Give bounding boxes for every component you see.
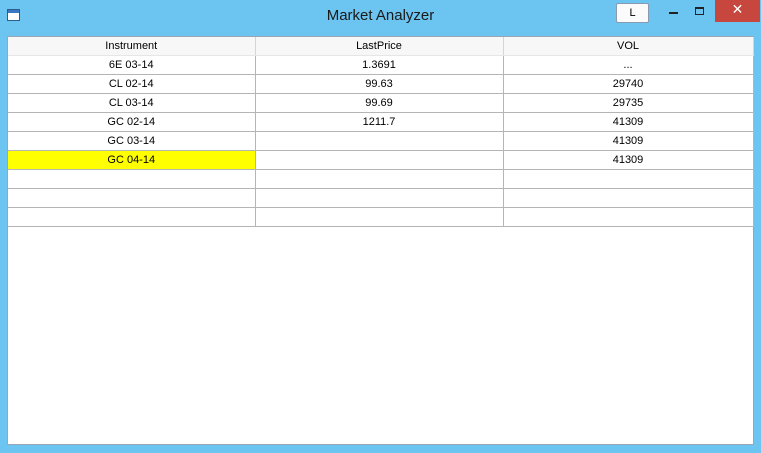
table-row[interactable]	[8, 188, 754, 208]
cell-vol[interactable]: 41309	[502, 150, 754, 170]
column-header-last-price[interactable]: LastPrice	[255, 37, 504, 56]
cell-vol[interactable]: 29735	[502, 93, 754, 113]
cell-last-price[interactable]	[254, 131, 504, 151]
maximize-button[interactable]	[687, 0, 713, 22]
table-row[interactable]: GC 04-14 41309	[8, 150, 754, 170]
cell-vol[interactable]: 29740	[502, 74, 754, 94]
cell-instrument[interactable]: CL 02-14	[8, 74, 256, 94]
table-row[interactable]	[8, 207, 754, 227]
cell-vol[interactable]: 41309	[502, 112, 754, 132]
cell-vol[interactable]: ...	[502, 55, 754, 75]
title-bar[interactable]: Market Analyzer L ✕	[0, 0, 761, 33]
cell-instrument[interactable]	[8, 207, 256, 227]
cell-last-price[interactable]	[254, 150, 504, 170]
cell-last-price[interactable]: 99.63	[254, 74, 504, 94]
table-row[interactable]: GC 02-14 1211.7 41309	[8, 112, 754, 132]
cell-last-price[interactable]	[254, 207, 504, 227]
cell-instrument[interactable]: GC 04-14	[8, 150, 256, 170]
table-row[interactable]: GC 03-14 41309	[8, 131, 754, 151]
grid-header-row: Instrument LastPrice VOL	[8, 37, 754, 56]
table-row[interactable]: CL 03-14 99.69 29735	[8, 93, 754, 113]
market-grid-panel: Instrument LastPrice VOL 6E 03-14 1.3691.…	[7, 36, 754, 445]
close-icon: ✕	[731, 2, 744, 18]
column-header-vol[interactable]: VOL	[503, 37, 754, 56]
maximize-icon	[695, 7, 704, 15]
cell-instrument[interactable]	[8, 169, 256, 189]
minimize-icon	[669, 12, 678, 14]
cell-instrument[interactable]	[8, 188, 256, 208]
table-row[interactable]: 6E 03-14 1.3691...	[8, 55, 754, 75]
cell-vol[interactable]	[502, 169, 754, 189]
cell-last-price[interactable]	[254, 169, 504, 189]
cell-vol[interactable]	[502, 207, 754, 227]
window-bottom-border	[0, 445, 761, 453]
column-header-instrument[interactable]: Instrument	[8, 37, 256, 56]
table-row[interactable]: CL 02-14 99.63 29740	[8, 74, 754, 94]
minimize-button[interactable]	[661, 0, 685, 22]
cell-last-price[interactable]: 1211.7	[254, 112, 504, 132]
cell-last-price[interactable]: 1.3691	[254, 55, 504, 75]
cell-instrument[interactable]: GC 03-14	[8, 131, 256, 151]
market-analyzer-window: Market Analyzer L ✕ Instrument LastPrice…	[0, 0, 761, 453]
table-row[interactable]	[8, 169, 754, 189]
cell-instrument[interactable]: GC 02-14	[8, 112, 256, 132]
cell-instrument[interactable]: CL 03-14	[8, 93, 256, 113]
market-grid: Instrument LastPrice VOL 6E 03-14 1.3691.…	[8, 37, 754, 227]
l-button[interactable]: L	[616, 3, 649, 23]
close-button[interactable]: ✕	[715, 0, 760, 22]
cell-last-price[interactable]: 99.69	[254, 93, 504, 113]
cell-vol[interactable]	[502, 188, 754, 208]
cell-instrument[interactable]: 6E 03-14	[8, 55, 256, 75]
cell-vol[interactable]: 41309	[502, 131, 754, 151]
cell-last-price[interactable]	[254, 188, 504, 208]
